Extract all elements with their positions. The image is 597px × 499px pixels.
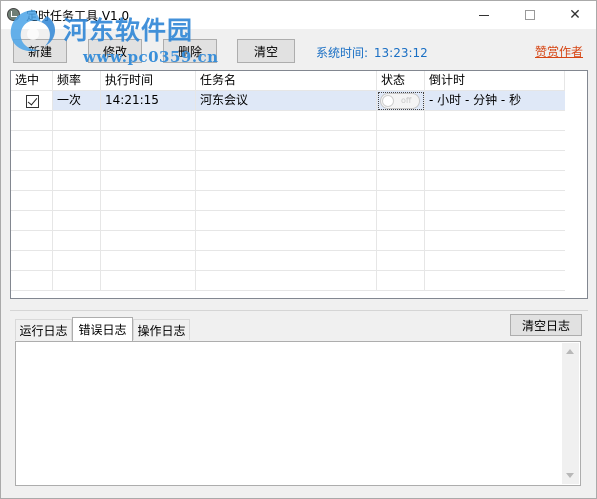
system-time-label: 系统时间: <box>316 46 369 60</box>
row-task-name: 河东会议 <box>196 91 377 111</box>
minimize-icon <box>479 14 489 16</box>
app-window: 定时任务工具 V1.0 ✕ 新建 修改 删除 清空 系统时间: 13:23:12… <box>0 0 597 499</box>
row-select-cell[interactable] <box>11 91 53 111</box>
empty-row <box>11 191 587 211</box>
row-checkbox[interactable] <box>26 95 39 108</box>
status-toggle[interactable]: off <box>380 93 420 109</box>
tab-run-log[interactable]: 运行日志 <box>15 319 72 340</box>
log-scrollbar[interactable] <box>562 343 579 484</box>
minimize-button[interactable] <box>461 1 507 29</box>
task-table: 选中 频率 执行时间 任务名 状态 倒计时 一次 14:21:15 河东会议 o… <box>10 70 588 299</box>
log-textarea[interactable] <box>15 341 581 486</box>
scroll-down-icon[interactable] <box>566 473 574 478</box>
column-header-frequency[interactable]: 频率 <box>53 71 101 91</box>
empty-row <box>11 251 587 271</box>
clear-tasks-button[interactable]: 清空 <box>237 39 295 63</box>
row-frequency: 一次 <box>53 91 101 111</box>
empty-row <box>11 151 587 171</box>
maximize-icon <box>525 10 535 20</box>
empty-row <box>11 271 587 291</box>
column-header-status[interactable]: 状态 <box>377 71 425 91</box>
row-countdown: - 小时 - 分钟 - 秒 <box>425 91 565 111</box>
watermark-logo-icon <box>10 10 56 52</box>
donate-author-link[interactable]: 赞赏作者 <box>535 43 583 60</box>
table-row[interactable]: 一次 14:21:15 河东会议 off - 小时 - 分钟 - 秒 <box>11 91 587 111</box>
empty-row <box>11 171 587 191</box>
column-header-task-name[interactable]: 任务名 <box>196 71 377 91</box>
table-header-row: 选中 频率 执行时间 任务名 状态 倒计时 <box>11 71 587 91</box>
empty-row <box>11 131 587 151</box>
empty-row <box>11 111 587 131</box>
tab-error-log[interactable]: 错误日志 <box>72 317 133 341</box>
system-time: 系统时间: 13:23:12 <box>316 44 428 61</box>
close-button[interactable]: ✕ <box>552 1 597 29</box>
column-header-selected[interactable]: 选中 <box>11 71 53 91</box>
watermark-site-name: 河东软件园 <box>63 16 194 45</box>
close-icon: ✕ <box>569 7 581 23</box>
row-exec-time: 14:21:15 <box>101 91 196 111</box>
system-time-value: 13:23:12 <box>373 46 428 60</box>
empty-row <box>11 211 587 231</box>
maximize-button[interactable] <box>507 1 553 29</box>
column-header-countdown[interactable]: 倒计时 <box>425 71 565 91</box>
empty-row <box>11 231 587 251</box>
clear-log-button[interactable]: 清空日志 <box>510 314 582 336</box>
scroll-up-icon[interactable] <box>566 349 574 354</box>
tab-operation-log[interactable]: 操作日志 <box>133 319 190 340</box>
status-toggle-label: off <box>401 96 412 105</box>
column-header-exec-time[interactable]: 执行时间 <box>101 71 196 91</box>
row-status-cell[interactable]: off <box>377 91 425 111</box>
toggle-knob <box>382 95 394 107</box>
watermark-url: www.pc0359.cn <box>83 48 219 66</box>
